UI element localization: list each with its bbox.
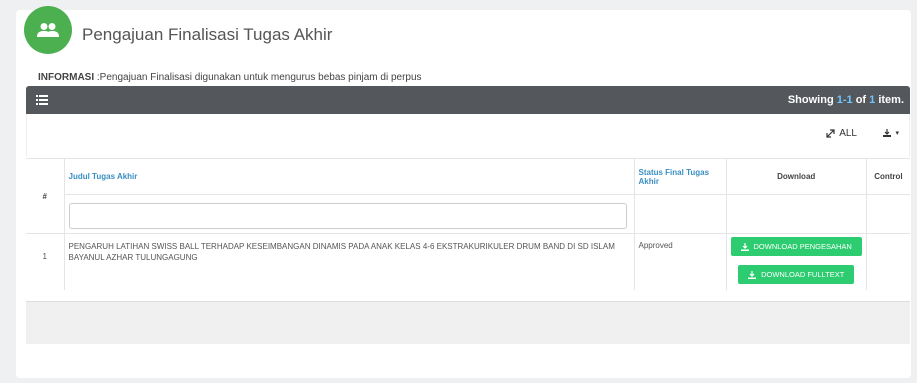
filter-cell-download bbox=[726, 194, 867, 234]
expand-icon bbox=[826, 129, 835, 138]
filter-cell-status bbox=[634, 194, 727, 234]
list-icon[interactable] bbox=[36, 94, 48, 106]
download-icon bbox=[748, 270, 757, 279]
showing-range: 1-1 bbox=[836, 94, 853, 106]
info-description: :Pengajuan Finalisasi digunakan untuk me… bbox=[94, 72, 422, 83]
col-control: Control bbox=[866, 158, 910, 195]
info-label: INFORMASI bbox=[38, 72, 95, 83]
row-judul: PENGARUH LATIHAN SWISS BALL TERHADAP KES… bbox=[64, 233, 635, 290]
page-title: Pengajuan Finalisasi Tugas Akhir bbox=[82, 25, 333, 44]
grid-footer bbox=[26, 302, 910, 344]
info-text: INFORMASI :Pengajuan Finalisasi digunaka… bbox=[38, 72, 422, 83]
grid-subbar: ALL ▾ bbox=[26, 114, 910, 156]
judul-filter-input[interactable] bbox=[68, 203, 627, 229]
show-all-label: ALL bbox=[839, 128, 857, 139]
summary-text: Showing 1-1 of 1 item. bbox=[788, 94, 904, 106]
table-header-row: # Judul Tugas Akhir Status Final Tugas A… bbox=[26, 158, 910, 234]
show-all-button[interactable]: ALL bbox=[826, 128, 857, 139]
col-status[interactable]: Status Final Tugas Akhir bbox=[634, 158, 727, 195]
export-icon bbox=[883, 129, 892, 137]
export-button[interactable]: ▾ bbox=[882, 128, 899, 138]
download-icon bbox=[740, 242, 749, 251]
data-table: # Judul Tugas Akhir Status Final Tugas A… bbox=[26, 158, 910, 290]
col-download: Download bbox=[726, 158, 867, 195]
row-num: 1 bbox=[26, 233, 65, 290]
row-download-cell: DOWNLOAD PENGESAHAN DOWNLOAD FULLTEXT bbox=[726, 233, 867, 290]
download-pengesahan-button[interactable]: DOWNLOAD PENGESAHAN bbox=[730, 237, 862, 256]
filter-cell-control bbox=[866, 194, 910, 234]
users-icon bbox=[24, 6, 72, 54]
caret-down-icon: ▾ bbox=[895, 130, 899, 137]
download-fulltext-button[interactable]: DOWNLOAD FULLTEXT bbox=[738, 265, 855, 284]
filter-cell-judul bbox=[64, 194, 635, 234]
download-fulltext-label: DOWNLOAD FULLTEXT bbox=[761, 270, 845, 279]
showing-of: of bbox=[852, 94, 870, 106]
showing-suffix: item. bbox=[875, 94, 904, 106]
col-judul[interactable]: Judul Tugas Akhir bbox=[64, 158, 635, 195]
col-num: # bbox=[26, 158, 65, 234]
row-status: Approved bbox=[634, 233, 727, 290]
table-row: 1 PENGARUH LATIHAN SWISS BALL TERHADAP K… bbox=[26, 233, 910, 290]
showing-prefix: Showing bbox=[787, 94, 837, 106]
download-pengesahan-label: DOWNLOAD PENGESAHAN bbox=[753, 242, 852, 251]
row-control bbox=[866, 233, 910, 290]
grid-toolbar: Showing 1-1 of 1 item. bbox=[26, 86, 910, 114]
filter-row bbox=[26, 194, 910, 234]
